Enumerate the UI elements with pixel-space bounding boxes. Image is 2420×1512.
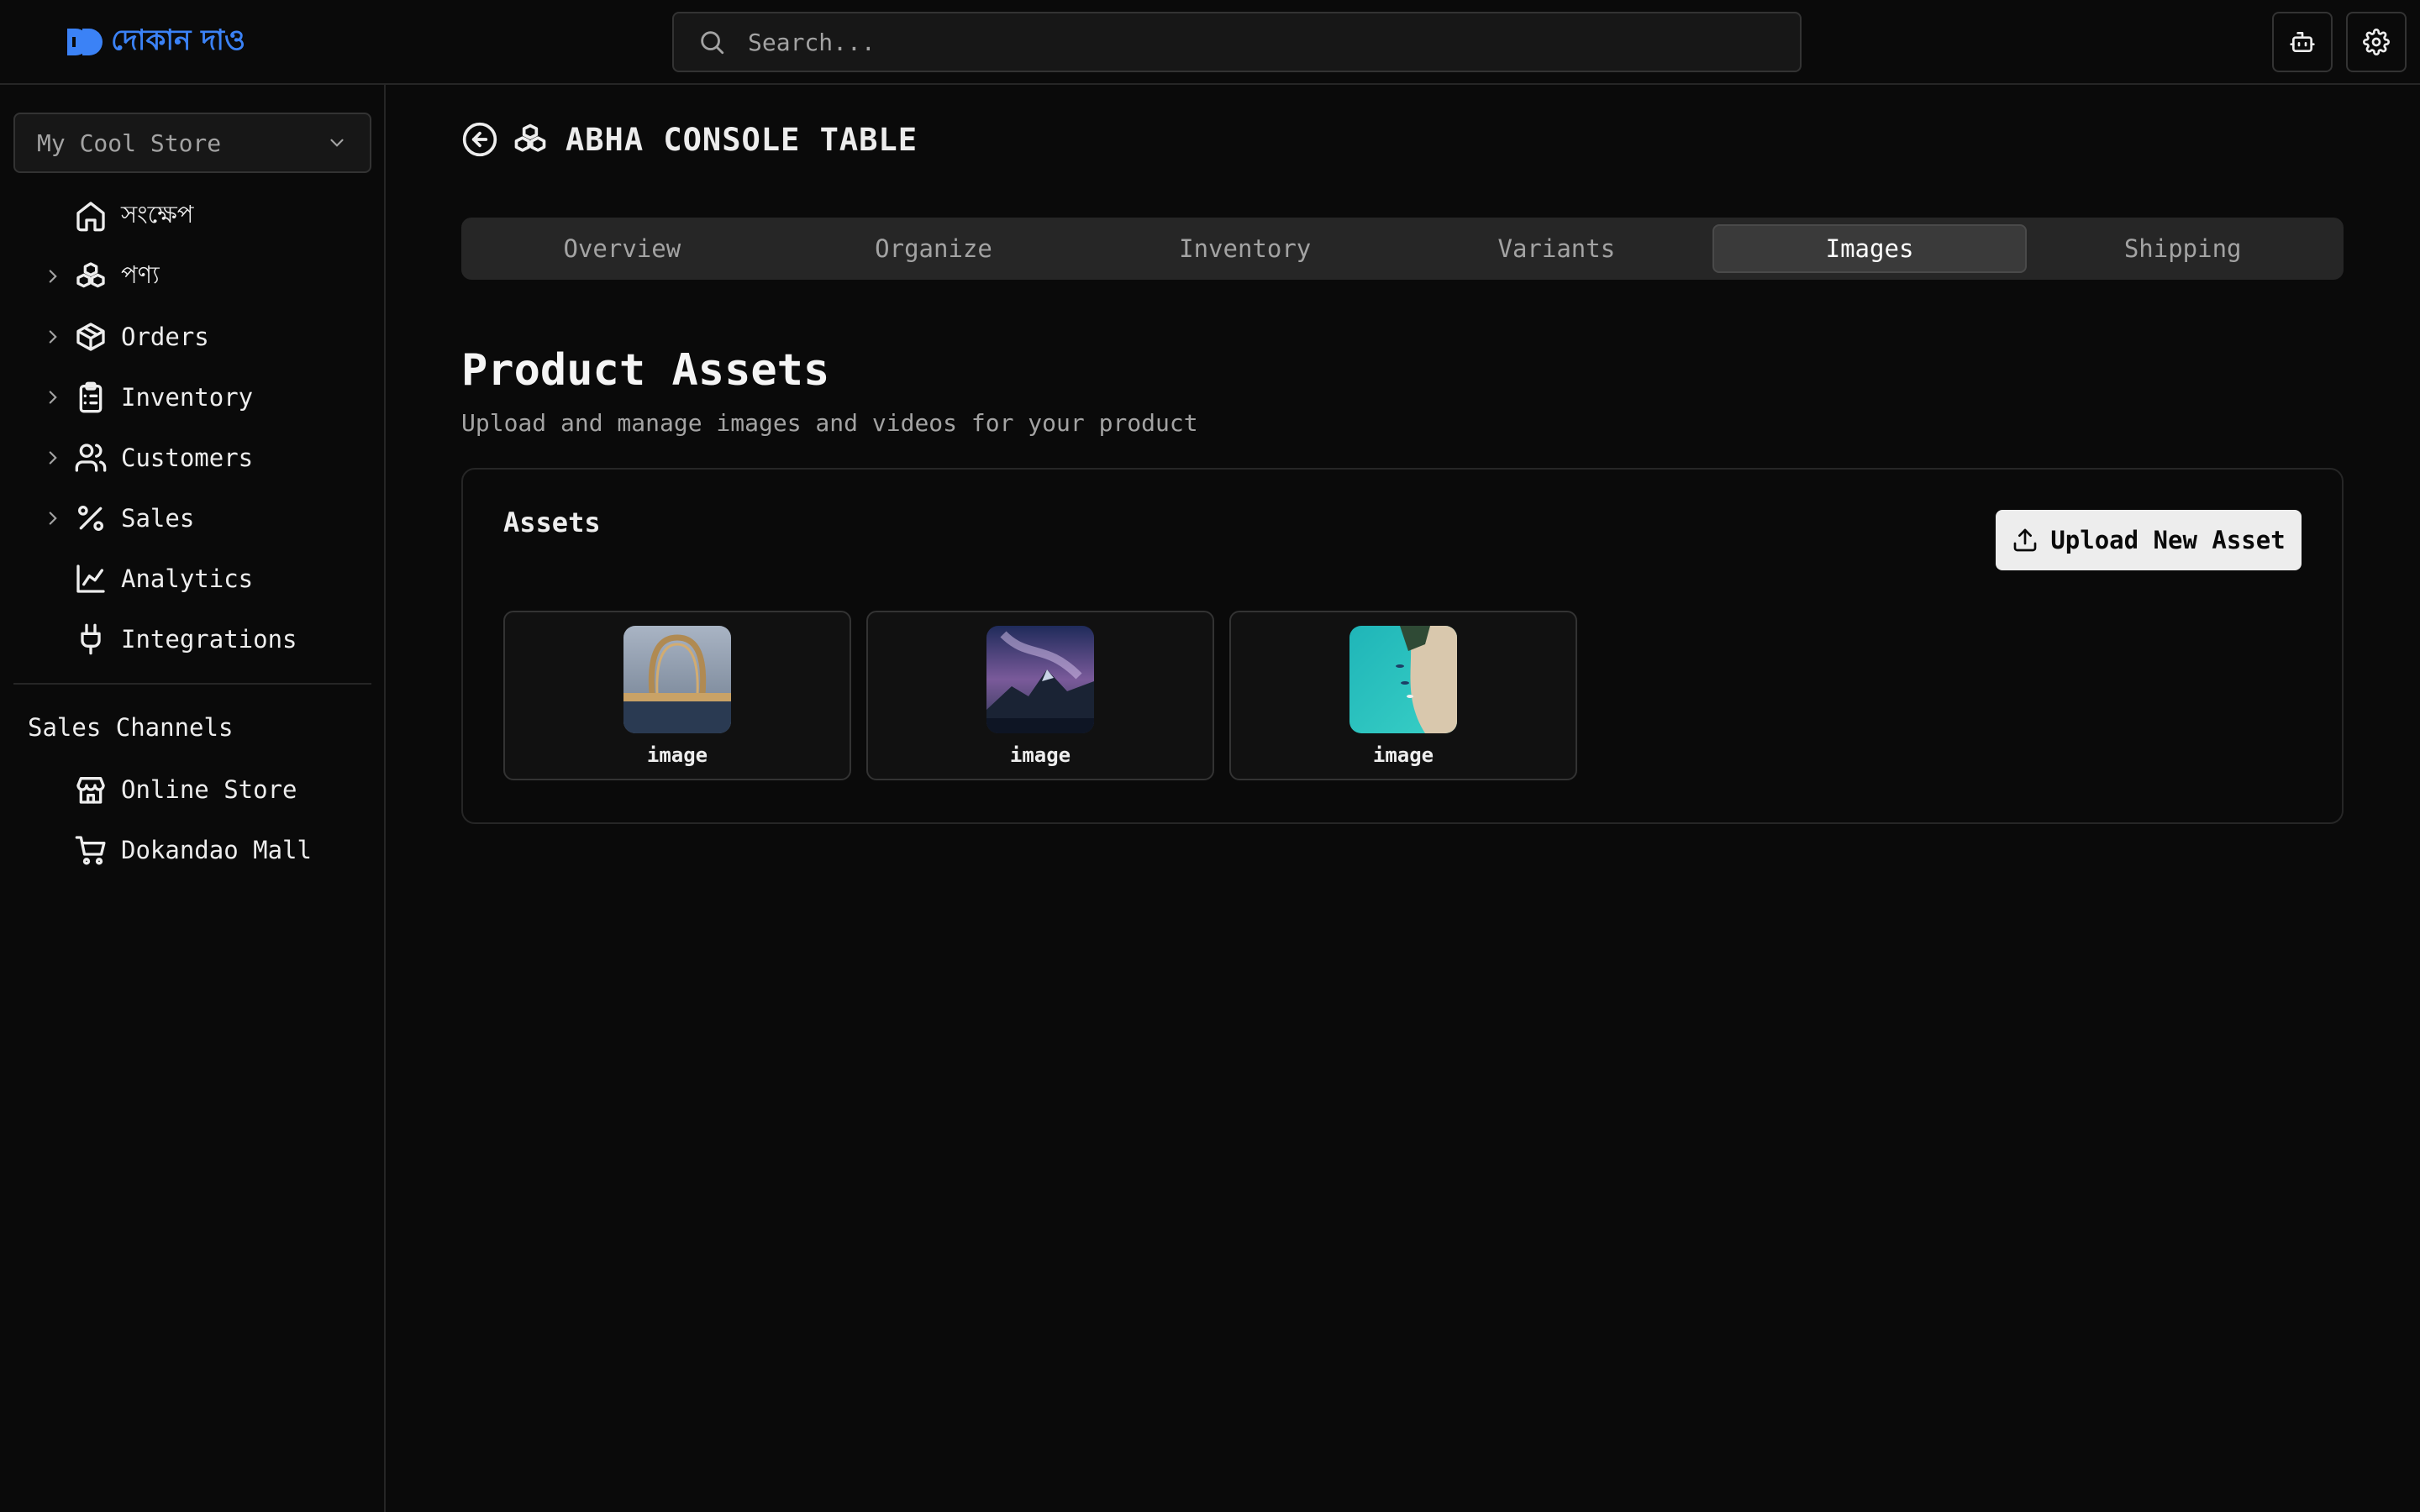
- chevron-down-icon: [330, 139, 344, 147]
- product-tabs: Overview Organize Inventory Variants Ima…: [461, 218, 2344, 280]
- sales-channels-heading: Sales Channels: [28, 713, 234, 742]
- sidebar-item-customers[interactable]: Customers: [0, 428, 386, 488]
- sidebar-item-online-store[interactable]: Online Store: [0, 759, 386, 820]
- sidebar-item-label: পণ্য: [121, 260, 160, 289]
- page-subheading: Upload and manage images and videos for …: [461, 409, 1198, 437]
- chevron-right-icon[interactable]: [42, 507, 64, 529]
- tab-overview[interactable]: Overview: [466, 224, 778, 273]
- assets-card-title: Assets: [503, 507, 601, 538]
- brand-mark-icon: [67, 29, 103, 55]
- boxes-icon: [514, 123, 546, 152]
- sidebar-nav: সংক্ষেপ পণ্য Orders Inventory Customers …: [0, 186, 386, 669]
- upload-new-asset-button[interactable]: Upload New Asset: [1996, 510, 2302, 570]
- sidebar-item-overview[interactable]: সংক্ষেপ: [0, 186, 386, 246]
- mountain-photo: [986, 626, 1094, 733]
- users-icon: [75, 444, 107, 472]
- beach-photo: [1349, 626, 1457, 733]
- chevron-right-icon[interactable]: [42, 265, 64, 287]
- store-icon: [76, 777, 105, 804]
- asset-tile[interactable]: image: [503, 611, 851, 780]
- sidebar-item-label: Integrations: [121, 625, 297, 654]
- tab-inventory[interactable]: Inventory: [1089, 224, 1401, 273]
- asset-thumbnail[interactable]: [986, 626, 1094, 733]
- top-bar: দোকান দাও: [0, 0, 2420, 85]
- sidebar-item-orders[interactable]: Orders: [0, 307, 386, 367]
- sidebar-item-label: সংক্ষেপ: [121, 199, 194, 228]
- search-icon: [701, 31, 724, 55]
- search-bar[interactable]: [672, 12, 1802, 72]
- asset-label: image: [646, 743, 708, 767]
- tab-shipping[interactable]: Shipping: [2027, 224, 2338, 273]
- page-heading: Product Assets: [461, 345, 830, 396]
- asset-thumbnail[interactable]: [1349, 626, 1457, 733]
- sidebar-item-products[interactable]: পণ্য: [0, 246, 386, 307]
- sales-channels-nav: Online Store Dokandao Mall: [0, 759, 386, 880]
- sidebar-item-label: Orders: [121, 323, 209, 351]
- plug-icon: [81, 623, 101, 655]
- sidebar-item-sales[interactable]: Sales: [0, 488, 386, 549]
- bot-button[interactable]: [2272, 12, 2333, 72]
- settings-button[interactable]: [2346, 12, 2407, 72]
- sidebar-item-label: Dokandao Mall: [121, 836, 312, 864]
- asset-thumbnail[interactable]: [623, 626, 731, 733]
- chevron-right-icon[interactable]: [42, 447, 64, 469]
- asset-grid: image image image: [503, 611, 1577, 780]
- package-icon: [76, 323, 105, 351]
- chevron-right-icon[interactable]: [42, 326, 64, 348]
- store-selector[interactable]: My Cool Store: [13, 113, 371, 173]
- asset-label: image: [1009, 743, 1071, 767]
- sidebar-item-analytics[interactable]: Analytics: [0, 549, 386, 609]
- asset-tile[interactable]: image: [1229, 611, 1577, 780]
- assets-card: Assets Upload New Asset image image imag…: [461, 468, 2344, 824]
- upload-icon: [2013, 528, 2037, 552]
- gear-icon: [2363, 29, 2390, 55]
- search-input[interactable]: [748, 28, 1756, 56]
- chevron-right-icon[interactable]: [42, 386, 64, 408]
- clipboard-list-icon: [79, 381, 103, 413]
- sidebar-item-label: Analytics: [121, 564, 254, 593]
- brand-logo[interactable]: দোকান দাও: [66, 22, 245, 62]
- tab-images[interactable]: Images: [1712, 224, 2028, 273]
- back-arrow-icon[interactable]: [461, 121, 498, 158]
- sidebar-divider: [13, 683, 371, 685]
- home-icon: [76, 202, 105, 232]
- product-title-row: ABHA CONSOLE TABLE: [461, 118, 918, 160]
- sidebar-item-label: Online Store: [121, 775, 297, 804]
- sidebar-item-inventory[interactable]: Inventory: [0, 367, 386, 428]
- sidebar-item-integrations[interactable]: Integrations: [0, 609, 386, 669]
- upload-button-label: Upload New Asset: [2050, 526, 2286, 554]
- basket-photo: [623, 626, 731, 733]
- main-content: ABHA CONSOLE TABLE Overview Organize Inv…: [386, 85, 2420, 1512]
- sidebar: My Cool Store সংক্ষেপ পণ্য Orders Invent…: [0, 85, 386, 1512]
- boxes-icon: [76, 262, 105, 288]
- shopping-cart-icon: [75, 836, 106, 865]
- line-chart-icon: [76, 564, 105, 593]
- brand-name: দোকান দাও: [111, 23, 246, 57]
- asset-tile[interactable]: image: [866, 611, 1214, 780]
- product-title: ABHA CONSOLE TABLE: [566, 121, 918, 158]
- sidebar-item-label: Sales: [121, 504, 195, 533]
- store-selector-value: My Cool Store: [37, 129, 222, 157]
- tab-organize[interactable]: Organize: [778, 224, 1090, 273]
- app-root: দোকান দাও My Cool Store: [0, 0, 2420, 1512]
- asset-label: image: [1372, 743, 1434, 767]
- percent-icon: [78, 506, 103, 531]
- bot-icon: [2290, 32, 2315, 52]
- sidebar-item-dokandao-mall[interactable]: Dokandao Mall: [0, 820, 386, 880]
- sidebar-item-label: Customers: [121, 444, 254, 472]
- sidebar-item-label: Inventory: [121, 383, 254, 412]
- tab-variants[interactable]: Variants: [1401, 224, 1712, 273]
